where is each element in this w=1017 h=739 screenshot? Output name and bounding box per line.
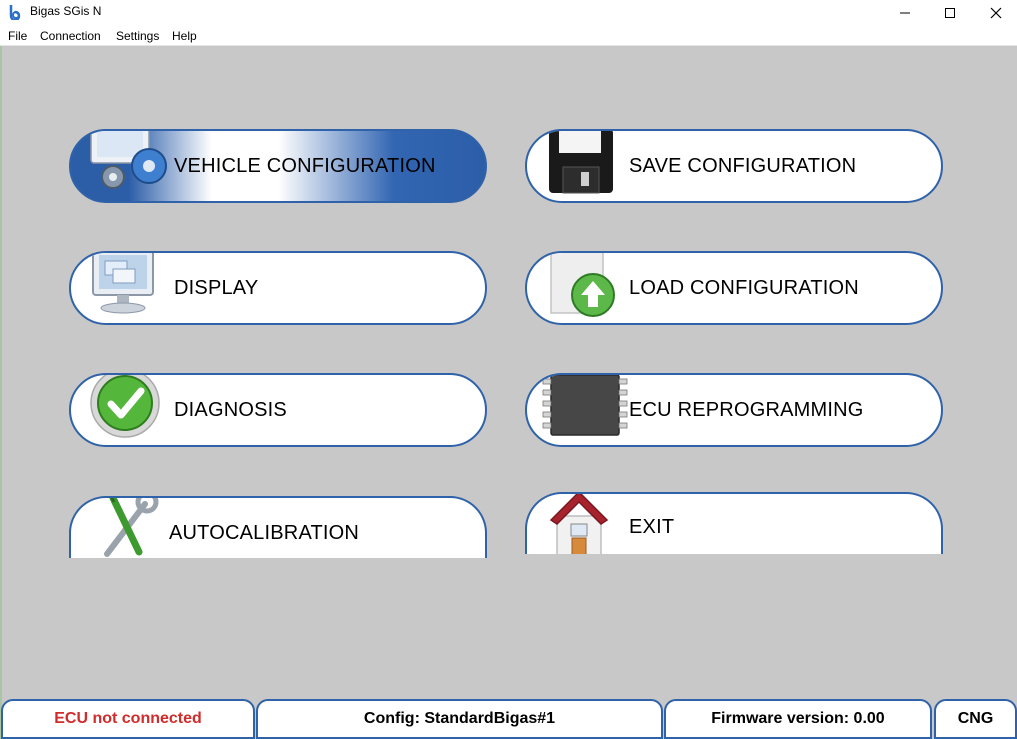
- display-label: DISPLAY: [174, 277, 259, 299]
- config-status-text: Config: StandardBigas#1: [363, 710, 556, 727]
- save-configuration-button[interactable]: SAVE CONFIGURATION: [525, 129, 943, 203]
- vehicle-configuration-button[interactable]: VEHICLE CONFIGURATION: [69, 129, 487, 203]
- save-configuration-label: SAVE CONFIGURATION: [629, 155, 857, 177]
- menu-connection[interactable]: Connection: [40, 29, 101, 43]
- fuel-type-text: CNG: [957, 710, 994, 727]
- config-status-panel: Config: StandardBigas#1: [256, 699, 663, 739]
- title-bar: Bigas SGis N: [0, 0, 1017, 25]
- checkmark-icon: [90, 375, 160, 438]
- autocalibration-button[interactable]: AUTOCALIBRATION: [69, 496, 487, 558]
- close-button[interactable]: [973, 0, 1017, 25]
- fuel-type-panel: CNG: [934, 699, 1017, 739]
- autocalibration-label: AUTOCALIBRATION: [169, 522, 360, 544]
- chip-icon: [542, 375, 628, 436]
- menu-settings[interactable]: Settings: [116, 29, 159, 43]
- window-border: [0, 46, 2, 739]
- menu-file[interactable]: File: [8, 29, 27, 43]
- close-icon: [990, 7, 1002, 18]
- menu-help[interactable]: Help: [172, 29, 197, 43]
- diagnosis-button[interactable]: DIAGNOSIS: [69, 373, 487, 447]
- load-configuration-button[interactable]: LOAD CONFIGURATION: [525, 251, 943, 325]
- load-configuration-label: LOAD CONFIGURATION: [629, 277, 859, 299]
- minimize-icon: [900, 12, 910, 13]
- floppy-disk-icon: [549, 131, 613, 194]
- house-icon: [549, 494, 609, 554]
- ecu-status-text: ECU not connected: [54, 710, 202, 727]
- exit-label: EXIT: [629, 516, 675, 538]
- bigas-logo-icon: [9, 5, 21, 20]
- maximize-icon: [945, 7, 955, 18]
- exit-button[interactable]: EXIT: [525, 492, 943, 554]
- menu-bar: File Connection Settings Help: [0, 25, 1017, 46]
- monitor-icon: [92, 253, 154, 314]
- tools-icon: [104, 498, 159, 557]
- firmware-status-panel: Firmware version: 0.00: [664, 699, 932, 739]
- display-button[interactable]: DISPLAY: [69, 251, 487, 325]
- vehicle-configuration-label: VEHICLE CONFIGURATION: [174, 155, 436, 177]
- window-title: Bigas SGis N: [30, 4, 102, 18]
- firmware-status-text: Firmware version: 0.00: [711, 710, 885, 727]
- ecu-reprogramming-label: ECU REPROGRAMMING: [629, 399, 864, 421]
- config-gears-icon: [90, 131, 167, 189]
- minimize-button[interactable]: [882, 0, 928, 25]
- maximize-button[interactable]: [927, 0, 973, 25]
- document-upload-icon: [550, 253, 615, 317]
- ecu-reprogramming-button[interactable]: ECU REPROGRAMMING: [525, 373, 943, 447]
- ecu-status-panel: ECU not connected: [1, 699, 255, 739]
- diagnosis-label: DIAGNOSIS: [174, 399, 287, 421]
